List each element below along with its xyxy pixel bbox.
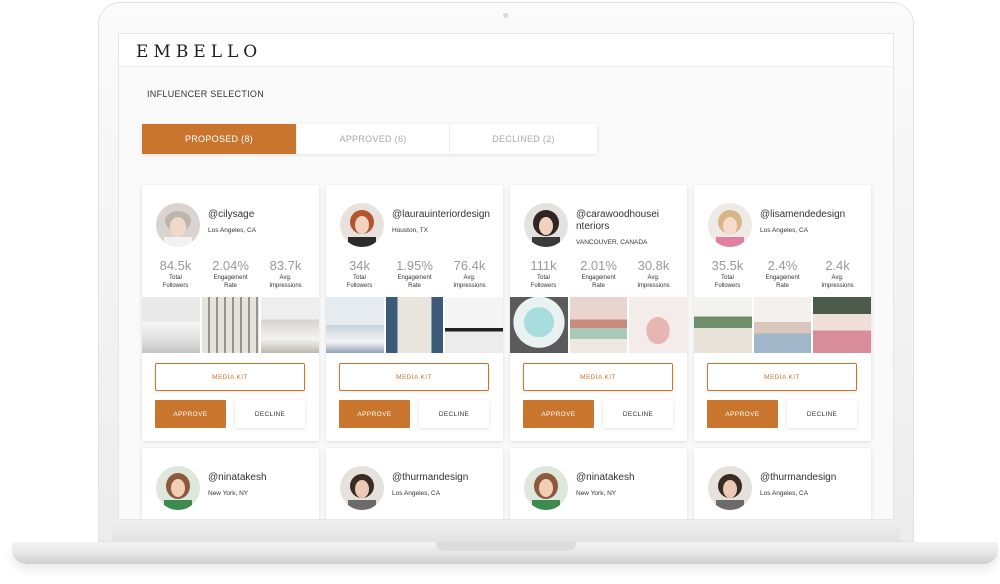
laptop-hinge xyxy=(112,520,900,542)
stats-row: 34k Total Followers 1.95% Engagement Rate 76… xyxy=(332,258,497,290)
engagement-rate-label: Engagement Rate xyxy=(397,275,432,289)
influencer-location: Houston, TX xyxy=(392,227,429,234)
influencer-handle[interactable]: @ninatakesh xyxy=(208,472,318,484)
total-followers-label: Total Followers xyxy=(714,275,741,289)
media-kit-button[interactable]: MEDIA KIT xyxy=(155,363,305,391)
page-title: INFLUENCER SELECTION xyxy=(147,89,265,99)
interior-photo[interactable] xyxy=(813,297,871,353)
influencer-card: @carawoodhousei nteriors VANCOUVER, CANAD… xyxy=(510,185,687,441)
decline-button[interactable]: DECLINE xyxy=(235,400,305,428)
avatar[interactable] xyxy=(340,466,384,510)
interior-photo[interactable] xyxy=(326,297,384,353)
total-followers-value: 35.5k xyxy=(711,258,744,273)
decline-button[interactable]: DECLINE xyxy=(787,400,857,428)
avatar[interactable] xyxy=(156,203,200,247)
total-followers-value: 111k xyxy=(530,258,557,273)
engagement-rate-value: 2.4% xyxy=(767,258,798,273)
interior-photo[interactable] xyxy=(445,297,503,353)
influencer-card: @laurauinteriordesign Houston, TX 34k Tot… xyxy=(326,185,503,441)
interior-photo[interactable] xyxy=(753,297,812,353)
interior-photo[interactable] xyxy=(694,297,752,353)
influencer-handle[interactable]: @carawoodhousei nteriors xyxy=(576,209,686,233)
influencer-handle[interactable]: @ninatakesh xyxy=(576,472,686,484)
total-followers-label: Total Followers xyxy=(346,275,373,289)
influencer-card: @ninatakesh New York, NY xyxy=(142,448,319,519)
avatar[interactable] xyxy=(156,466,200,510)
avg-impressions-value: 76.4k xyxy=(453,258,486,273)
engagement-rate-label: Engagement Rate xyxy=(765,275,800,289)
media-kit-button[interactable]: MEDIA KIT xyxy=(339,363,489,391)
total-followers-value: 34k xyxy=(349,258,370,273)
interior-photo[interactable] xyxy=(201,297,260,353)
tab-proposed[interactable]: PROPOSED (8) xyxy=(142,124,297,154)
influencer-card: @cilysage Los Angeles, CA 84.5k Total Foll… xyxy=(142,185,319,441)
influencer-card: @thurmandesign Los Angeles, CA xyxy=(694,448,871,519)
avatar[interactable] xyxy=(708,203,752,247)
status-tabs: PROPOSED (8) APPROVED (6) DECLINED (2) xyxy=(142,124,597,154)
engagement-rate-label: Engagement Rate xyxy=(213,275,248,289)
interior-photo[interactable] xyxy=(261,297,319,353)
media-kit-button[interactable]: MEDIA KIT xyxy=(707,363,857,391)
camera-dot xyxy=(503,13,508,18)
engagement-rate-label: Engagement Rate xyxy=(581,275,616,289)
media-kit-button[interactable]: MEDIA KIT xyxy=(523,363,673,391)
avg-impressions-label: Avg. Impressions xyxy=(453,275,486,289)
interior-photo[interactable] xyxy=(569,297,628,353)
avatar[interactable] xyxy=(524,203,568,247)
influencer-handle[interactable]: @thurmandesign xyxy=(392,472,502,484)
avatar[interactable] xyxy=(524,466,568,510)
photo-strip xyxy=(510,297,687,353)
tab-declined[interactable]: DECLINED (2) xyxy=(450,124,597,154)
stats-row: 111k Total Followers 2.01% Engagement Rate 3… xyxy=(516,258,681,290)
interior-photo[interactable] xyxy=(629,297,687,353)
influencer-handle[interactable]: @lisamendedesign xyxy=(760,209,870,221)
screen: EMBELLO INFLUENCER SELECTION PROPOSED (8… xyxy=(118,33,894,520)
app-header: EMBELLO xyxy=(119,34,893,67)
interior-photo[interactable] xyxy=(385,297,444,353)
interior-photo[interactable] xyxy=(510,297,568,353)
photo-strip xyxy=(142,297,319,353)
photo-strip xyxy=(694,297,871,353)
engagement-rate-value: 1.95% xyxy=(396,258,433,273)
avg-impressions-value: 30.8k xyxy=(637,258,670,273)
influencer-card: @thurmandesign Los Angeles, CA xyxy=(326,448,503,519)
influencer-card: @lisamendedesign Los Angeles, CA 35.5k To… xyxy=(694,185,871,441)
stats-row: 35.5k Total Followers 2.4% Engagement Rate 2… xyxy=(700,258,865,290)
approve-button[interactable]: APPROVE xyxy=(155,400,226,428)
influencer-handle[interactable]: @thurmandesign xyxy=(760,472,870,484)
brand-logo[interactable]: EMBELLO xyxy=(136,42,262,62)
influencer-card: @ninatakesh New York, NY xyxy=(510,448,687,519)
decline-button[interactable]: DECLINE xyxy=(603,400,673,428)
approve-button[interactable]: APPROVE xyxy=(707,400,778,428)
avatar[interactable] xyxy=(708,466,752,510)
tab-approved[interactable]: APPROVED (6) xyxy=(297,124,450,154)
laptop-notch xyxy=(436,542,576,551)
approve-button[interactable]: APPROVE xyxy=(523,400,594,428)
influencer-location: Los Angeles, CA xyxy=(392,490,441,497)
total-followers-label: Total Followers xyxy=(162,275,189,289)
avg-impressions-value: 83.7k xyxy=(269,258,302,273)
engagement-rate-value: 2.01% xyxy=(580,258,617,273)
photo-strip xyxy=(326,297,503,353)
influencer-location: VANCOUVER, CANADA xyxy=(576,239,648,246)
total-followers-value: 84.5k xyxy=(159,258,192,273)
stats-row: 84.5k Total Followers 2.04% Engagement Rate … xyxy=(148,258,313,290)
avg-impressions-label: Avg. Impressions xyxy=(269,275,302,289)
influencer-location: Los Angeles, CA xyxy=(760,227,809,234)
total-followers-label: Total Followers xyxy=(530,275,557,289)
influencer-location: New York, NY xyxy=(576,490,617,497)
decline-button[interactable]: DECLINE xyxy=(419,400,489,428)
influencer-location: Los Angeles, CA xyxy=(760,490,809,497)
avatar[interactable] xyxy=(340,203,384,247)
interior-photo[interactable] xyxy=(142,297,200,353)
influencer-handle[interactable]: @cilysage xyxy=(208,209,318,221)
influencer-location: New York, NY xyxy=(208,490,249,497)
influencer-location: Los Angeles, CA xyxy=(208,227,257,234)
approve-button[interactable]: APPROVE xyxy=(339,400,410,428)
avg-impressions-value: 2.4k xyxy=(825,258,850,273)
avg-impressions-label: Avg. Impressions xyxy=(637,275,670,289)
influencer-handle[interactable]: @laurauinteriordesign xyxy=(392,209,502,221)
avg-impressions-label: Avg. Impressions xyxy=(821,275,854,289)
engagement-rate-value: 2.04% xyxy=(212,258,249,273)
